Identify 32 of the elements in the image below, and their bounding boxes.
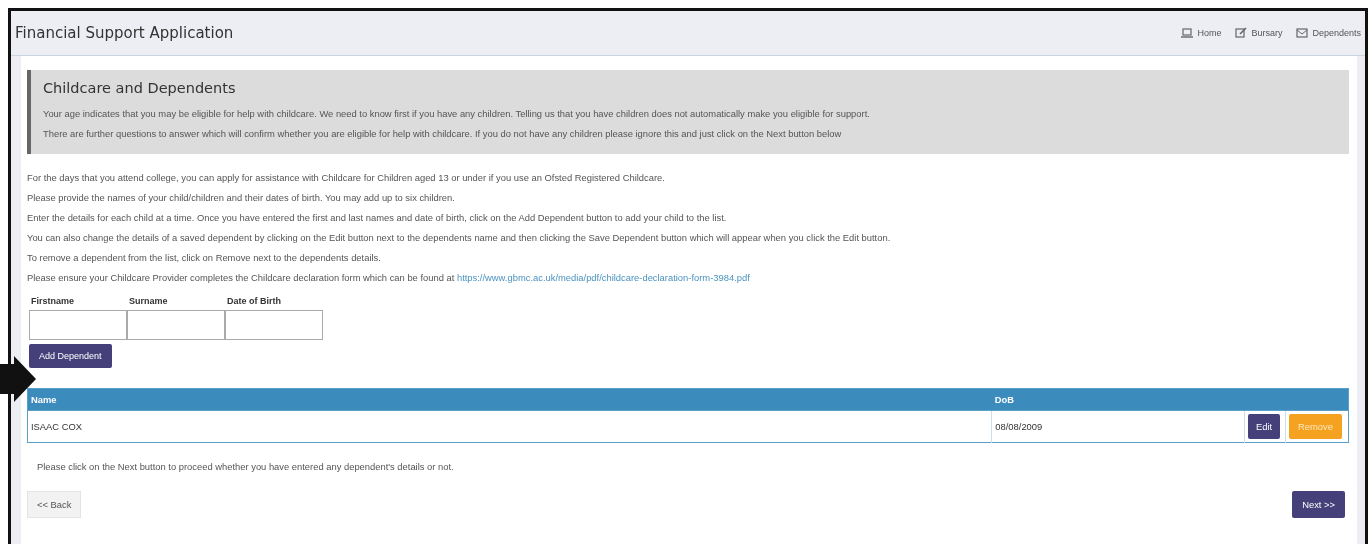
breadcrumb-link[interactable]: Dependents <box>1296 27 1361 39</box>
declaration-text: Please ensure your Childcare Provider completes the Childcare declaration form which can be found at https://www.gbmc.ac.uk/media/pdf/childcare-declaration-form-3984.pdf <box>27 271 751 285</box>
column-header: DoB <box>991 388 1349 411</box>
envelope-icon <box>1296 27 1309 39</box>
instruction-text: Please provide the names of your child/children and their dates of birth. You may add up to six children. <box>27 191 456 205</box>
notice-text: Your age indicates that you may be eligible for help with childcare. We need to know first if you have any children. Telling us that you have children does not automatically make you eligible for support. <box>43 107 871 121</box>
column-header: Name <box>27 388 992 411</box>
breadcrumb-link[interactable]: Home <box>1181 27 1222 39</box>
edit-icon <box>1235 27 1248 39</box>
declaration-form-link[interactable]: https://www.gbmc.ac.uk/media/pdf/childcare-declaration-form-3984.pdf <box>456 272 750 283</box>
input-field[interactable] <box>29 310 127 340</box>
next-button[interactable]: Next >> <box>1292 491 1345 518</box>
add-dependent-button[interactable]: Add Dependent <box>29 344 112 368</box>
notice-text: There are further questions to answer which will confirm whether you are eligible for help with childcare. If you do not have any children please ignore this and just click on the Next button below <box>43 127 843 141</box>
instruction-text: You can also change the details of a saved dependent by clicking on the Edit button next to the dependents name and then clicking the Save Dependent button which will appear when you click the Edit button. <box>27 231 892 245</box>
input-field[interactable] <box>225 310 323 340</box>
instruction-text: Enter the details for each child at a time. Once you have entered the first and last names and date of birth, click on the Add Dependent button to add your child to the list. <box>27 211 728 225</box>
next-instruction-text: Please click on the Next button to proceed whether you have entered any dependent's details or not. <box>37 461 455 472</box>
edit-button[interactable]: Edit <box>1248 414 1281 439</box>
page-title: Financial Support Application <box>15 24 234 42</box>
field-label: Firstname <box>31 296 75 306</box>
field-label: Date of Birth <box>227 296 282 306</box>
laptop-icon <box>1181 27 1194 39</box>
breadcrumb-link[interactable]: Bursary <box>1235 27 1283 39</box>
table-cell: ISAAC COX <box>27 410 992 443</box>
section-heading: Childcare and Dependents <box>43 80 237 96</box>
instruction-text: For the days that you attend college, you can apply for assistance with Childcare for Children aged 13 or under if you use an Ofsted Registered Childcare. <box>27 171 666 185</box>
table-cell: 08/08/2009 <box>991 410 1245 443</box>
field-label: Surname <box>129 296 169 306</box>
back-button[interactable]: << Back <box>27 491 82 518</box>
instruction-text: To remove a dependent from the list, click on Remove next to the dependents details. <box>27 251 382 265</box>
input-field[interactable] <box>127 310 225 340</box>
